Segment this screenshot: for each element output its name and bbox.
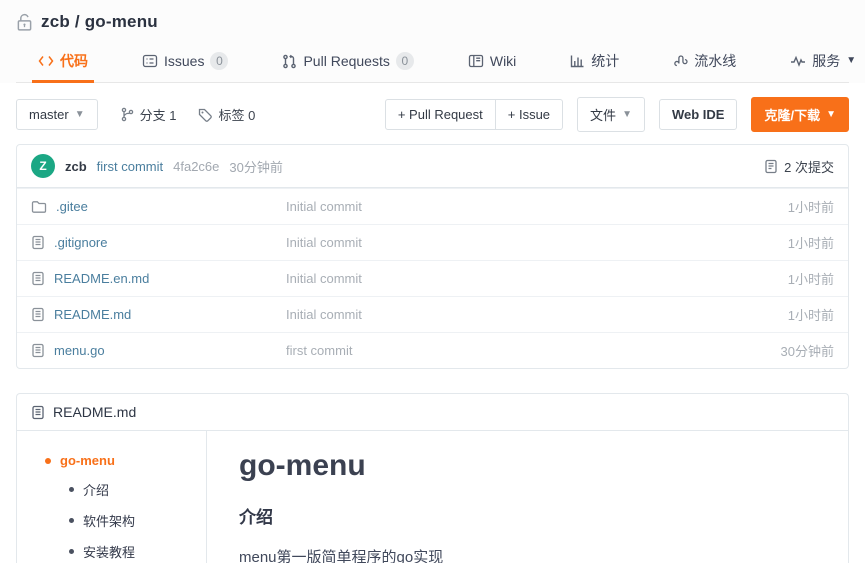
table-row[interactable]: .gitignore Initial commit 1小时前 bbox=[17, 224, 848, 260]
toc-item-architecture[interactable]: 软件架构 bbox=[17, 505, 206, 536]
page-title: zcb / go-menu bbox=[41, 12, 158, 31]
tags-link[interactable]: 标签 0 bbox=[198, 105, 255, 124]
code-icon bbox=[38, 54, 54, 68]
file-icon bbox=[31, 307, 45, 322]
commits-list-icon bbox=[764, 159, 778, 174]
readme-toc: go-menu 介绍 软件架构 安装教程 使用说明 bbox=[17, 431, 207, 563]
file-icon bbox=[31, 343, 45, 358]
new-pull-request-button[interactable]: + Pull Request bbox=[384, 99, 496, 130]
readme-heading: go-menu bbox=[239, 449, 366, 482]
gitee-repo-page: zcb / go-menu 代码 Issues 0 Pull Requests … bbox=[0, 0, 865, 579]
tab-label: 流水线 bbox=[694, 53, 737, 69]
commit-author[interactable]: zcb bbox=[65, 159, 87, 174]
readme-panel: README.md go-menu 介绍 软件架构 安装教程 go-menu 介… bbox=[16, 393, 849, 563]
file-commit-time: 30分钟前 bbox=[780, 344, 834, 359]
file-link[interactable]: README.md bbox=[54, 307, 131, 322]
wiki-book-icon bbox=[468, 54, 484, 68]
branches-link[interactable]: 分支 1 bbox=[120, 105, 176, 124]
tab-statistics[interactable]: 统计 bbox=[564, 42, 625, 82]
file-icon bbox=[31, 271, 45, 286]
tab-pipelines[interactable]: 流水线 bbox=[667, 42, 742, 82]
branch-icon bbox=[120, 107, 134, 122]
tab-label: Issues bbox=[164, 53, 205, 69]
file-commit-message[interactable]: Initial commit bbox=[286, 271, 362, 286]
file-commit-message[interactable]: first commit bbox=[286, 343, 352, 358]
chevron-down-icon: ▼ bbox=[846, 55, 857, 66]
pull-requests-count-badge: 0 bbox=[395, 52, 414, 70]
avatar[interactable]: Z bbox=[31, 154, 55, 178]
issues-count-badge: 0 bbox=[210, 52, 229, 70]
branch-selector[interactable]: master ▼ bbox=[16, 99, 98, 130]
chevron-down-icon: ▼ bbox=[826, 108, 836, 120]
chevron-down-icon: ▼ bbox=[622, 108, 632, 120]
tag-icon bbox=[198, 108, 213, 122]
file-commit-time: 1小时前 bbox=[787, 200, 834, 215]
file-link[interactable]: .gitignore bbox=[54, 235, 107, 250]
bar-chart-icon bbox=[570, 54, 585, 68]
commit-message-link[interactable]: first commit bbox=[97, 159, 163, 174]
readme-file-icon bbox=[31, 405, 45, 420]
readme-header: README.md bbox=[17, 394, 848, 431]
toc-item-go-menu[interactable]: go-menu bbox=[17, 447, 206, 474]
file-commit-message[interactable]: Initial commit bbox=[286, 307, 362, 322]
folder-icon bbox=[31, 200, 47, 214]
file-browser-panel: Z zcb first commit 4fa2c6e 30分钟前 2 次提交 .… bbox=[16, 144, 849, 369]
latest-commit-bar: Z zcb first commit 4fa2c6e 30分钟前 2 次提交 bbox=[17, 145, 848, 188]
file-commit-time: 1小时前 bbox=[787, 236, 834, 251]
lock-open-icon bbox=[16, 13, 33, 32]
tab-wiki[interactable]: Wiki bbox=[462, 42, 522, 82]
tab-label: 代码 bbox=[60, 53, 88, 69]
pull-request-icon bbox=[282, 54, 297, 69]
pipeline-icon bbox=[673, 54, 688, 69]
file-commit-message[interactable]: Initial commit bbox=[286, 235, 362, 250]
file-commit-time: 1小时前 bbox=[787, 272, 834, 287]
toolbar-actions: + Pull Request + Issue 文件 ▼ Web IDE 克隆/下… bbox=[384, 97, 849, 132]
readme-paragraph: menu第一版简单程序的go实现 bbox=[239, 549, 444, 563]
file-link[interactable]: README.en.md bbox=[54, 271, 149, 286]
file-commit-time: 1小时前 bbox=[787, 308, 834, 323]
file-icon bbox=[31, 235, 45, 250]
bullet-icon bbox=[69, 487, 74, 492]
tab-label: 服务 bbox=[812, 53, 841, 69]
tab-services[interactable]: 服务 ▼ bbox=[784, 42, 862, 82]
clone-download-button[interactable]: 克隆/下载 ▼ bbox=[751, 97, 849, 132]
issues-icon bbox=[142, 54, 158, 68]
commit-hash: 4fa2c6e bbox=[173, 158, 220, 174]
file-link[interactable]: menu.go bbox=[54, 343, 105, 358]
file-link[interactable]: .gitee bbox=[56, 199, 88, 214]
bullet-icon bbox=[45, 457, 51, 464]
tab-code[interactable]: 代码 bbox=[32, 42, 94, 83]
repo-tabbar: 代码 Issues 0 Pull Requests 0 Wiki 统计 流水线 … bbox=[16, 42, 856, 83]
tab-pull-requests[interactable]: Pull Requests 0 bbox=[276, 42, 419, 82]
commits-count-link[interactable]: 2 次提交 bbox=[764, 157, 834, 176]
readme-subheading: 介绍 bbox=[239, 508, 273, 527]
new-issue-button[interactable]: + Issue bbox=[495, 99, 564, 130]
repo-header: zcb / go-menu 代码 Issues 0 Pull Requests … bbox=[0, 0, 865, 83]
tab-issues[interactable]: Issues 0 bbox=[136, 42, 234, 82]
readme-body: go-menu 介绍 软件架构 安装教程 使用说明 bbox=[17, 431, 848, 563]
tab-label: Pull Requests bbox=[303, 53, 390, 69]
toc-item-intro[interactable]: 介绍 bbox=[17, 474, 206, 505]
new-item-button-group: + Pull Request + Issue bbox=[384, 99, 564, 130]
readme-content: go-menu 介绍 menu第一版简单程序的go实现 bbox=[207, 431, 848, 563]
chevron-down-icon: ▼ bbox=[74, 108, 85, 120]
tab-label: 统计 bbox=[591, 53, 620, 69]
file-commit-message[interactable]: Initial commit bbox=[286, 199, 362, 214]
table-row[interactable]: menu.go first commit 30分钟前 bbox=[17, 332, 848, 368]
bullet-icon bbox=[69, 549, 74, 554]
pulse-icon bbox=[790, 55, 806, 67]
file-menu-button[interactable]: 文件 ▼ bbox=[577, 97, 645, 132]
tab-label: Wiki bbox=[489, 53, 517, 69]
repo-toolbar: master ▼ 分支 1 标签 0 + Pull Request + Issu… bbox=[0, 83, 865, 144]
web-ide-button[interactable]: Web IDE bbox=[658, 99, 738, 130]
table-row[interactable]: README.en.md Initial commit 1小时前 bbox=[17, 260, 848, 296]
toc-item-install[interactable]: 安装教程 bbox=[17, 536, 206, 563]
table-row[interactable]: README.md Initial commit 1小时前 bbox=[17, 296, 848, 332]
commit-time: 30分钟前 bbox=[229, 159, 283, 175]
bullet-icon bbox=[69, 518, 74, 523]
readme-title: README.md bbox=[53, 404, 137, 420]
table-row[interactable]: .gitee Initial commit 1小时前 bbox=[17, 188, 848, 224]
